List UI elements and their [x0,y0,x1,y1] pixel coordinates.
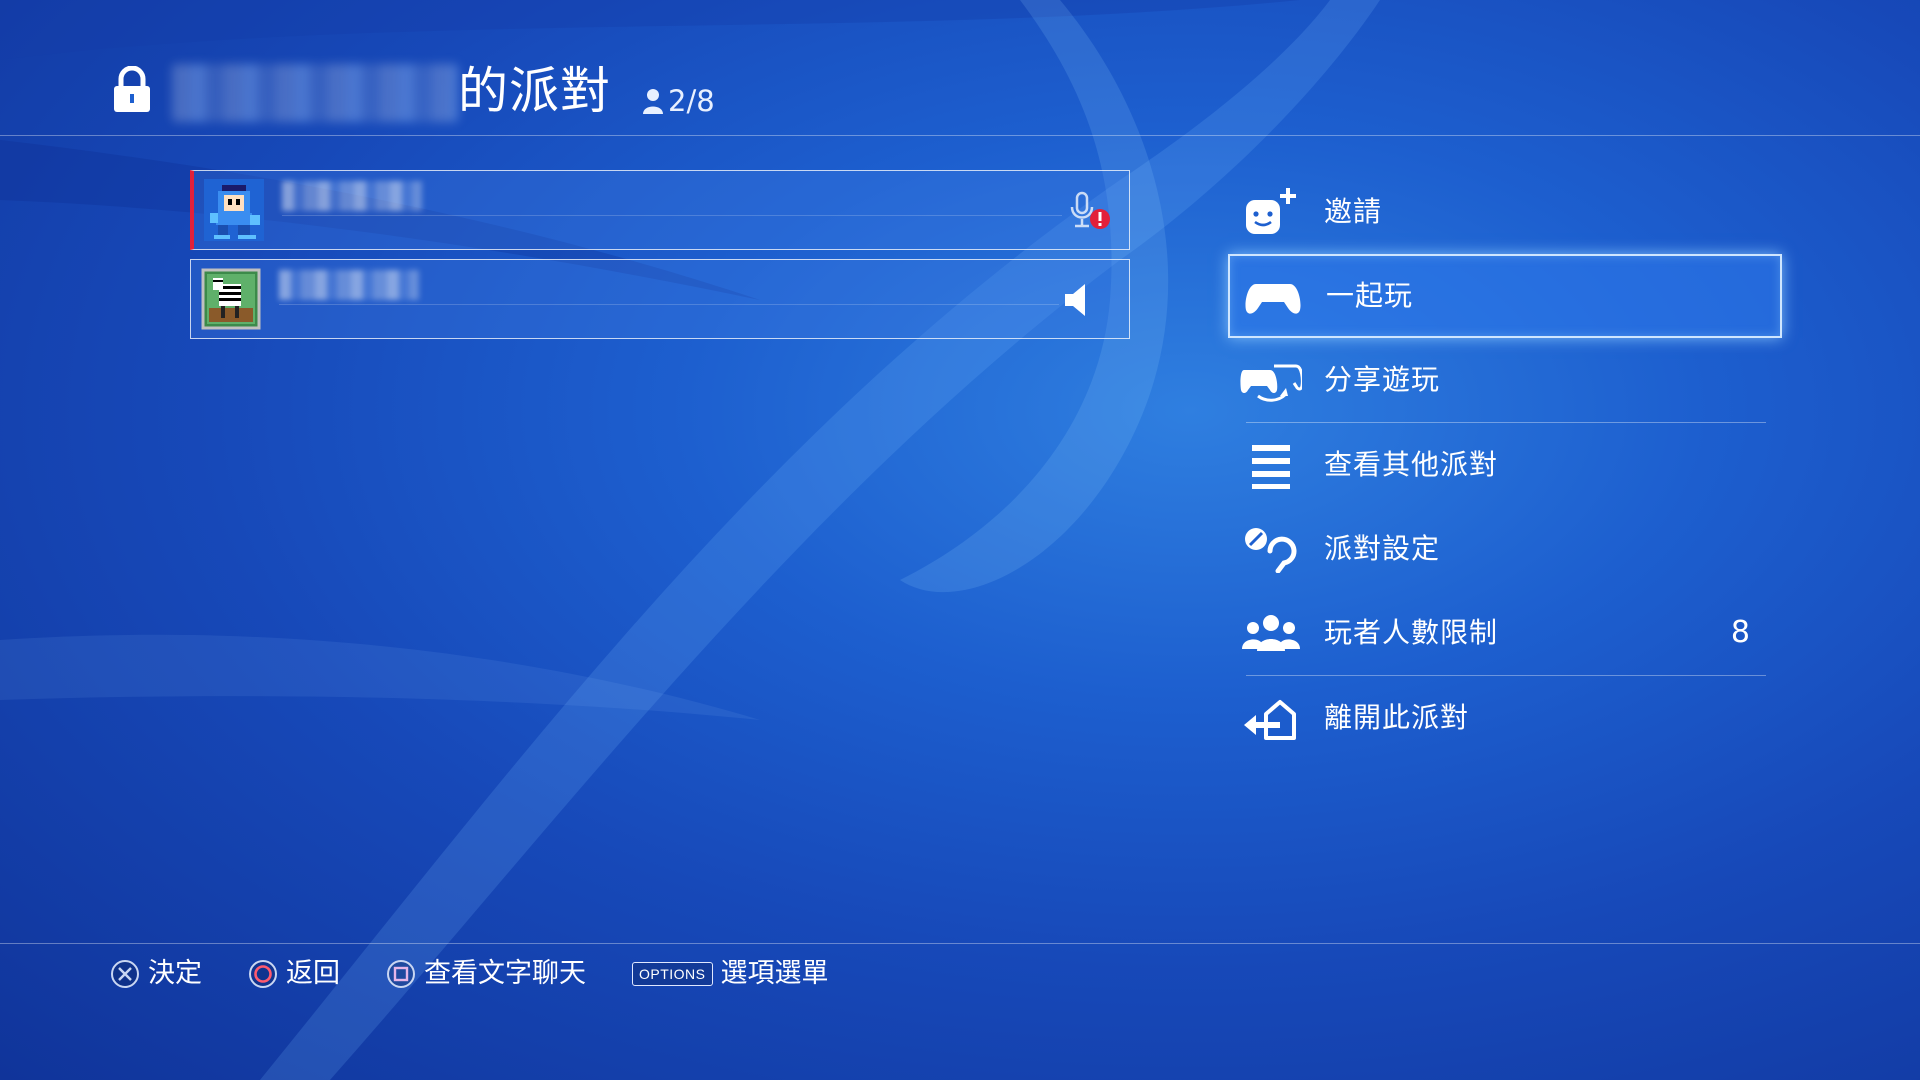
member-name-redacted [279,270,419,300]
page-title: 的派對 [458,62,611,120]
menu-item-share-play[interactable]: 分享遊玩 [1228,338,1782,422]
menu-item-party-settings[interactable]: 派對設定 [1228,507,1782,591]
hint-options: OPTIONS 選項選單 [632,952,829,996]
menu-item-label: 分享遊玩 [1324,363,1441,396]
group-icon [1242,615,1300,651]
menu-item-label: 一起玩 [1326,279,1414,312]
square-button-icon [387,960,415,988]
hint-back: 返回 [248,952,340,996]
menu-item-label: 邀請 [1324,195,1383,228]
menu-item-play-together[interactable]: 一起玩 [1228,254,1782,338]
member-row[interactable] [190,170,1130,250]
member-row[interactable] [190,259,1130,339]
lock-icon [114,66,150,112]
hint-text-chat-label: 查看文字聊天 [424,958,586,989]
member-list [190,170,1130,348]
member-name-redacted [282,181,422,211]
header-divider [0,135,1920,136]
zebra-avatar [201,268,261,330]
member-count-badge: 2/8 [642,84,715,118]
leave-icon [1244,700,1296,740]
player-limit-value: 8 [1730,615,1750,650]
menu-item-label: 派對設定 [1324,532,1441,565]
footer-divider [0,943,1920,944]
hint-text-chat: 查看文字聊天 [386,952,586,996]
circle-button-icon [249,960,277,988]
hint-confirm: 決定 [110,952,202,996]
hint-options-label: 選項選單 [720,958,829,989]
button-hints: 決定 返回 查看文字聊天 OPTIONS 選項選單 [110,952,875,996]
party-screen: 的派對 2/8 邀請 一起玩 分享遊玩 查看其他派對 派對設定 玩者人數限制 8… [0,0,1920,1080]
mic-muted-warning-icon [1070,191,1110,229]
mega-man-avatar [204,179,264,241]
controller-icon [1245,284,1301,314]
person-icon [643,89,663,114]
host-name-redacted [172,64,458,122]
party-header: 的派對 2/8 [0,0,1920,136]
member-info-divider [282,215,1062,216]
hint-confirm-label: 決定 [148,958,202,989]
menu-item-label: 玩者人數限制 [1324,616,1499,649]
menu-item-leave-party[interactable]: 離開此派對 [1228,676,1782,760]
party-menu: 邀請 一起玩 分享遊玩 查看其他派對 派對設定 玩者人數限制 8 離開此派對 [1228,170,1782,760]
options-button-icon: OPTIONS [632,962,713,986]
menu-item-label: 查看其他派對 [1324,448,1499,481]
menu-item-invite[interactable]: 邀請 [1228,170,1782,254]
cross-button-icon [111,960,139,988]
menu-item-label: 離開此派對 [1324,701,1470,734]
party-settings-icon [1245,528,1297,573]
invite-friend-icon [1246,188,1296,234]
list-icon [1252,445,1290,489]
menu-item-view-other-parties[interactable]: 查看其他派對 [1228,423,1782,507]
member-info-divider [279,304,1059,305]
share-play-icon [1240,364,1302,402]
hint-back-label: 返回 [286,958,340,989]
member-count-text: 2/8 [668,84,715,118]
speaker-icon [1065,284,1085,316]
menu-item-player-limit[interactable]: 玩者人數限制 8 [1228,591,1782,675]
